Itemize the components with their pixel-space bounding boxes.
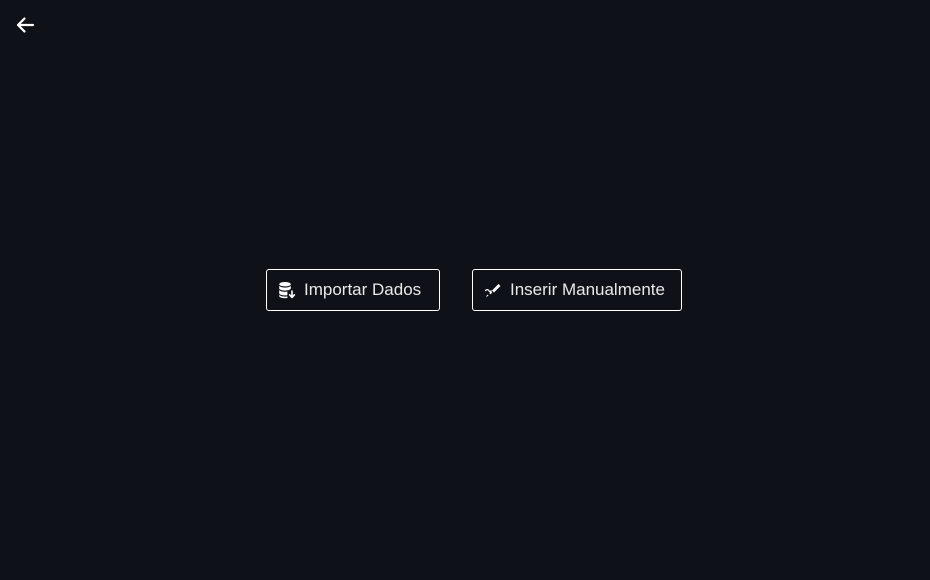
import-data-label: Importar Dados	[304, 280, 422, 299]
arrow-left-icon	[15, 16, 35, 34]
database-download-icon	[278, 281, 296, 299]
app-screen: Importar Dados Inserir Manualmente	[0, 0, 930, 580]
pen-icon	[484, 281, 502, 299]
manual-entry-label: Inserir Manualmente	[510, 280, 665, 299]
import-data-button[interactable]: Importar Dados	[266, 269, 440, 311]
back-button[interactable]	[10, 11, 40, 39]
manual-entry-button[interactable]: Inserir Manualmente	[472, 269, 682, 311]
